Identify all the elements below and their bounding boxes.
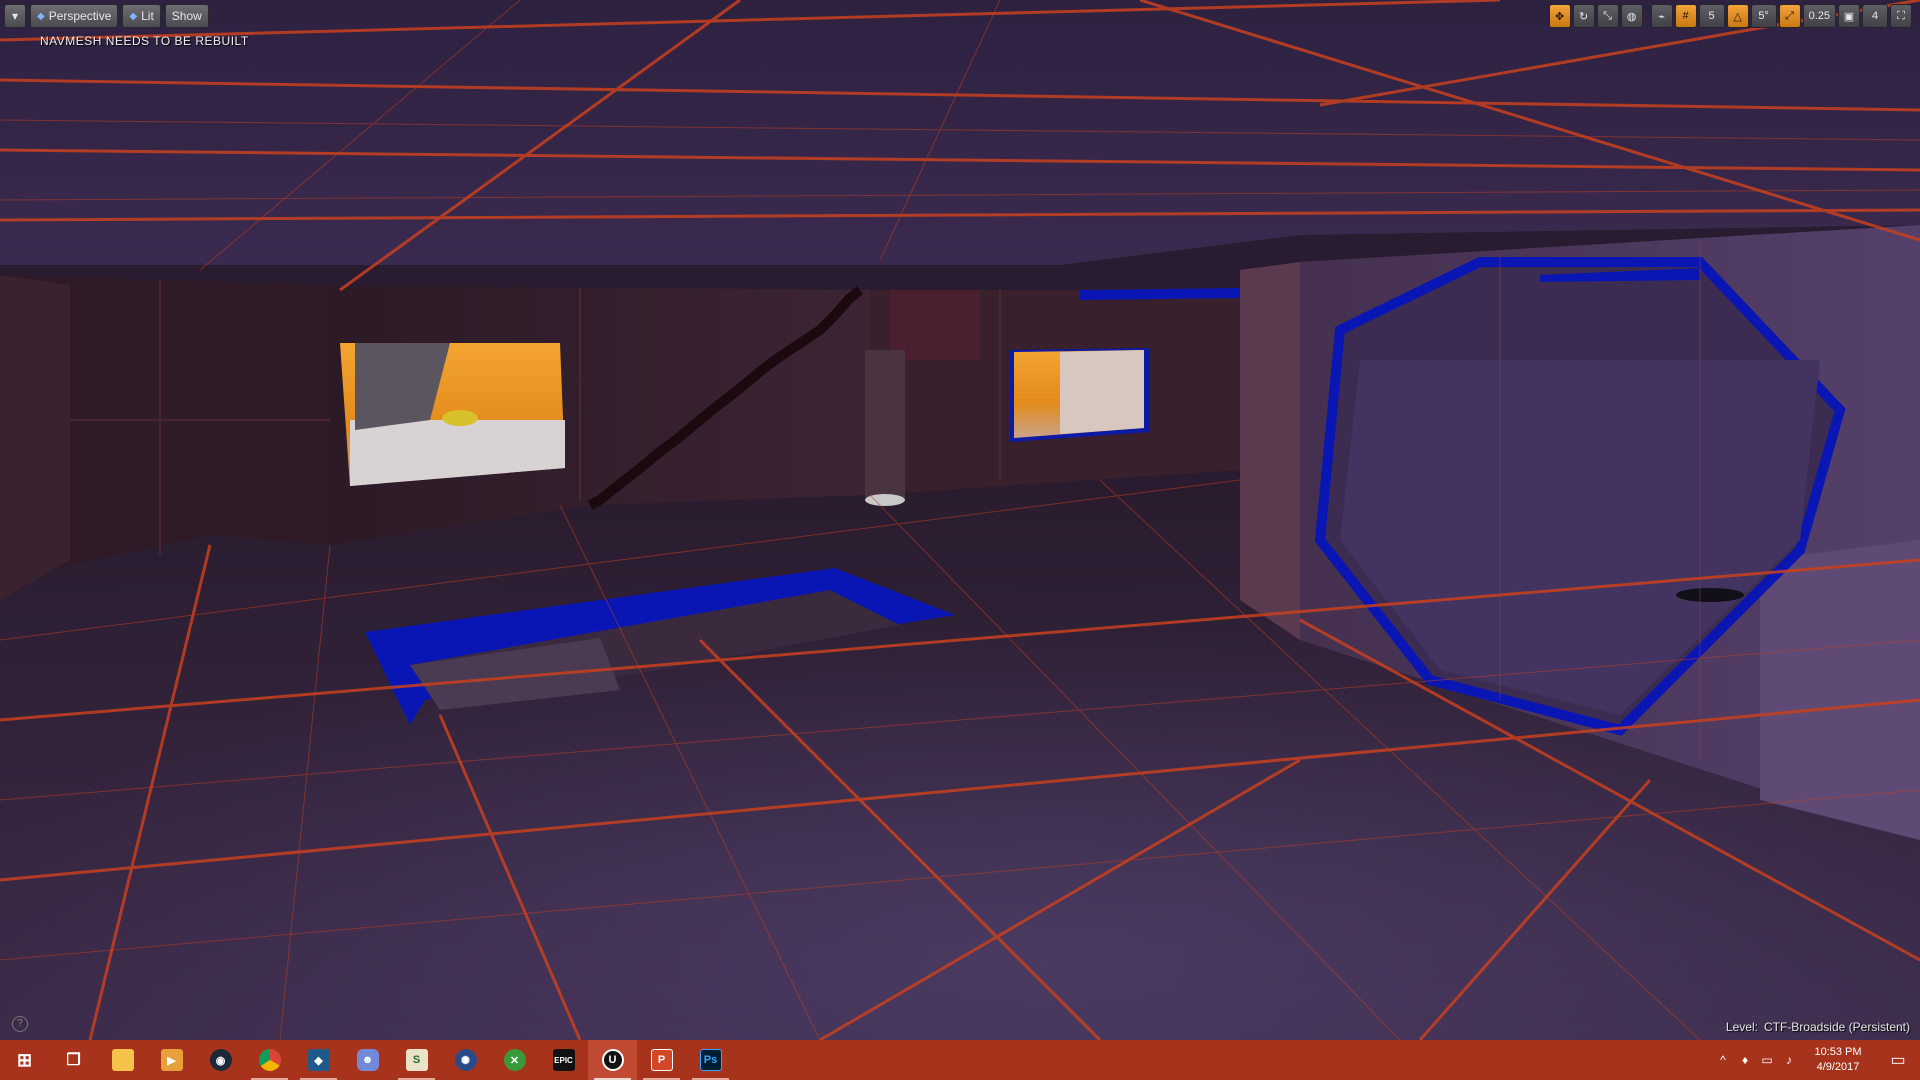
viewport-options-dropdown[interactable]: ▾	[4, 4, 26, 28]
photoshop-icon: Ps	[699, 1049, 722, 1071]
chevron-down-icon: ▾	[11, 9, 19, 23]
app-s-icon: S	[405, 1049, 428, 1071]
notifications-button[interactable]: ▭	[1876, 1040, 1920, 1080]
volume-icon[interactable]: ♪	[1778, 1053, 1800, 1067]
taskbar-steam[interactable]: ◉	[196, 1040, 245, 1080]
world-local-icon[interactable]: ◍	[1620, 4, 1643, 28]
taskbar-app-round[interactable]: ✺	[441, 1040, 490, 1080]
lit-mode-icon: ◆	[129, 10, 138, 22]
powerpoint-icon: P	[650, 1049, 673, 1071]
show-button[interactable]: Show	[164, 4, 209, 28]
clock-date: 4/9/2017	[1816, 1061, 1860, 1073]
rotation-snap-icon[interactable]: △	[1726, 4, 1749, 28]
start-button[interactable]: ⊞	[0, 1040, 49, 1080]
show-label: Show	[171, 9, 202, 23]
dropbox-icon[interactable]: ♦	[1734, 1053, 1756, 1067]
viewport-toolbar-right: ✥ ↻ ⤡ ◍ ⌁ # 5 △ 5° ⤢ 0.25 ▣ 4 ⛶	[1548, 4, 1912, 28]
taskbar-app-blue[interactable]: ◆	[294, 1040, 343, 1080]
taskbar-discord[interactable]: ☻	[343, 1040, 392, 1080]
viewport-toolbar-left: ▾ ◆ Perspective ◆ Lit Show	[4, 4, 209, 28]
windows-logo-icon: ⊞	[16, 1049, 33, 1070]
app-round-icon: ✺	[454, 1049, 477, 1071]
navmesh-warning: NAVMESH NEEDS TO BE REBUILT	[40, 34, 249, 48]
task-view-button[interactable]: ❐	[49, 1040, 98, 1080]
rotation-snap-value[interactable]: 5°	[1750, 4, 1777, 28]
chrome-icon	[258, 1049, 281, 1071]
epic-launcher-icon: EPIC	[552, 1049, 575, 1071]
grid-snap-icon[interactable]: #	[1674, 4, 1697, 28]
level-label: Level:	[1725, 1020, 1758, 1034]
task-view-icon: ❐	[66, 1052, 81, 1069]
camera-speed-value[interactable]: 4	[1862, 4, 1888, 28]
scale-snap-icon[interactable]: ⤢	[1778, 4, 1801, 28]
taskbar: ⊞ ❐ ▶ ◉ ◆ ☻ S ✺ ✕ EPIC U P Ps ^ ♦ ▭ ♪ 10…	[0, 1040, 1920, 1080]
taskbar-app-s[interactable]: S	[392, 1040, 441, 1080]
perspective-label: Perspective	[48, 9, 112, 23]
lit-button[interactable]: ◆ Lit	[122, 4, 161, 28]
scale-tool-icon[interactable]: ⤡	[1596, 4, 1619, 28]
grid-snap-value[interactable]: 5	[1698, 4, 1725, 28]
surface-snap-icon[interactable]: ⌁	[1650, 4, 1673, 28]
app-blue-icon: ◆	[307, 1049, 330, 1071]
system-tray: ^ ♦ ▭ ♪ 10:53 PM 4/9/2017 ▭	[1712, 1040, 1920, 1080]
folder-icon	[111, 1049, 134, 1071]
taskbar-unreal[interactable]: U	[588, 1040, 637, 1080]
rotate-tool-icon[interactable]: ↻	[1572, 4, 1595, 28]
steam-icon: ◉	[209, 1049, 232, 1071]
chevron-up-icon[interactable]: ^	[1712, 1053, 1734, 1067]
scale-snap-value[interactable]: 0.25	[1802, 4, 1836, 28]
taskbar-photoshop[interactable]: Ps	[686, 1040, 735, 1080]
level-info: Level: CTF-Broadside (Persistent)	[1726, 1020, 1910, 1034]
taskbar-media-player[interactable]: ▶	[147, 1040, 196, 1080]
clock[interactable]: 10:53 PM 4/9/2017	[1800, 1045, 1876, 1075]
clock-time: 10:53 PM	[1814, 1046, 1862, 1058]
action-center-icon: ▭	[1890, 1052, 1906, 1069]
perspective-button[interactable]: ◆ Perspective	[30, 4, 119, 28]
level-viewport[interactable]: ▾ ◆ Perspective ◆ Lit Show NAVMESH NEEDS…	[0, 0, 1920, 1040]
taskbar-epic[interactable]: EPIC	[539, 1040, 588, 1080]
level-name: CTF-Broadside (Persistent)	[1763, 1020, 1910, 1034]
lit-label: Lit	[141, 9, 154, 23]
help-icon[interactable]: ?	[12, 1016, 28, 1032]
maximize-viewport-icon[interactable]: ⛶	[1890, 4, 1912, 28]
camera-speed-icon[interactable]: ▣	[1838, 4, 1860, 28]
taskbar-file-explorer[interactable]	[98, 1040, 147, 1080]
taskbar-app-green[interactable]: ✕	[490, 1040, 539, 1080]
unreal-engine-icon: U	[601, 1049, 624, 1071]
scene-render[interactable]	[0, 0, 1920, 1040]
taskbar-chrome[interactable]	[245, 1040, 294, 1080]
media-player-icon: ▶	[160, 1049, 183, 1071]
camera-icon: ◆	[37, 10, 45, 22]
translate-tool-icon[interactable]: ✥	[1548, 4, 1571, 28]
network-icon[interactable]: ▭	[1756, 1053, 1778, 1067]
xbox-icon: ✕	[503, 1049, 526, 1071]
taskbar-powerpoint[interactable]: P	[637, 1040, 686, 1080]
discord-icon: ☻	[356, 1049, 379, 1071]
